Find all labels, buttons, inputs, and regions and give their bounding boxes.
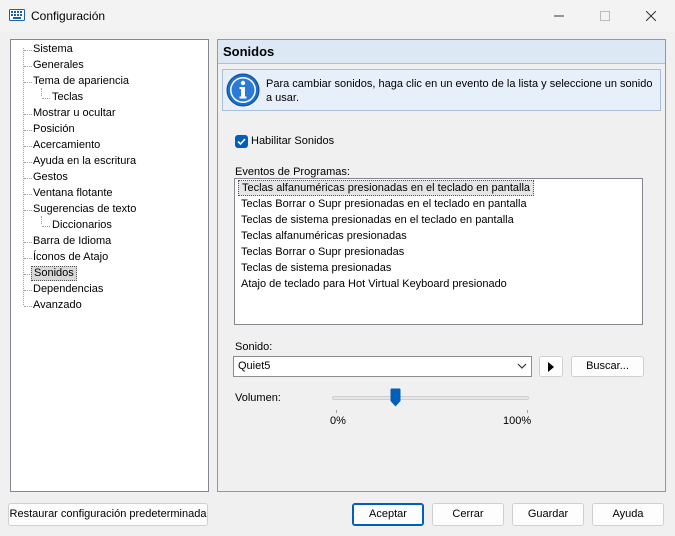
tree-item[interactable]: Posición — [31, 122, 77, 137]
tree-item[interactable]: Gestos — [31, 170, 70, 185]
keyboard-icon — [9, 9, 25, 21]
event-list-item[interactable]: Teclas Borrar o Supr presionadas — [238, 244, 407, 260]
events-listbox[interactable]: Teclas alfanuméricas presionadas en el t… — [234, 178, 643, 325]
panel-title: Sonidos — [223, 44, 275, 59]
tree-item[interactable]: Barra de Idioma — [31, 234, 113, 249]
title-bar: Configuración — [0, 0, 675, 32]
tree-item[interactable]: Sistema — [31, 42, 75, 57]
event-list-item[interactable]: Teclas Borrar o Supr presionadas en el t… — [238, 196, 530, 212]
tree-item[interactable]: Sonidos — [31, 266, 77, 281]
play-icon — [548, 361, 554, 372]
enable-sounds-label[interactable]: Habilitar Sonidos — [251, 135, 334, 147]
restore-defaults-button[interactable]: Restaurar configuración predeterminada — [8, 503, 208, 526]
maximize-button[interactable] — [582, 0, 628, 32]
volume-tick-min — [336, 410, 337, 413]
volume-label: Volumen: — [235, 392, 281, 404]
tree-line — [41, 88, 42, 96]
close-dialog-button[interactable]: Cerrar — [432, 503, 504, 526]
tree-item[interactable]: Dependencias — [31, 282, 105, 297]
volume-tick-max — [527, 410, 528, 413]
tree-item[interactable]: Tema de apariencia — [31, 74, 131, 89]
volume-min-label: 0% — [330, 415, 346, 427]
help-button[interactable]: Ayuda — [592, 503, 664, 526]
tree-item[interactable]: Generales — [31, 58, 86, 73]
checkmark-icon — [237, 138, 246, 146]
events-label: Eventos de Programas: — [235, 166, 350, 178]
settings-tree[interactable]: Sistema Generales Tema de apariencia Teclas… — [10, 39, 209, 492]
maximize-icon — [600, 11, 610, 21]
save-button[interactable]: Guardar — [512, 503, 584, 526]
tree-item[interactable]: Íconos de Atajo — [31, 250, 110, 265]
event-list-item[interactable]: Teclas de sistema presionadas en el tecl… — [238, 212, 517, 228]
sounds-panel: Sonidos Para cambiar sonidos, haga clic … — [217, 39, 666, 492]
info-box: Para cambiar sonidos, haga clic en un ev… — [222, 69, 661, 111]
info-text: Para cambiar sonidos, haga clic en un ev… — [266, 78, 653, 104]
close-icon — [646, 11, 656, 21]
tree-item[interactable]: Teclas — [50, 90, 85, 105]
tree-item[interactable]: Avanzado — [31, 298, 84, 313]
chevron-down-icon — [517, 363, 527, 369]
minimize-button[interactable] — [536, 0, 582, 32]
play-sound-button[interactable] — [539, 356, 563, 377]
enable-sounds-checkbox[interactable] — [235, 135, 248, 148]
volume-slider-track[interactable] — [332, 396, 529, 400]
tree-item[interactable]: Ayuda en la escritura — [31, 154, 138, 169]
event-list-item[interactable]: Teclas de sistema presionadas — [238, 260, 394, 276]
volume-slider-thumb[interactable] — [390, 388, 401, 407]
tree-item[interactable]: Acercamiento — [31, 138, 102, 153]
event-list-item[interactable]: Teclas alfanuméricas presionadas — [238, 228, 410, 244]
tree-line — [41, 216, 42, 224]
tree-connector — [42, 226, 50, 227]
minimize-icon — [554, 15, 564, 17]
tree-line — [23, 48, 24, 305]
event-list-item[interactable]: Teclas alfanuméricas presionadas en el t… — [238, 180, 535, 196]
accept-button[interactable]: Aceptar — [352, 503, 424, 526]
panel-header: Sonidos — [218, 40, 665, 64]
info-icon — [226, 73, 260, 107]
browse-button[interactable]: Buscar... — [571, 356, 644, 377]
tree-item[interactable]: Diccionarios — [50, 218, 114, 233]
sound-select[interactable]: Quiet5 — [233, 356, 532, 377]
tree-item[interactable]: Mostrar u ocultar — [31, 106, 118, 121]
tree-connector — [42, 98, 50, 99]
sound-select-value: Quiet5 — [238, 360, 271, 372]
sound-label: Sonido: — [235, 341, 273, 353]
event-list-item[interactable]: Atajo de teclado para Hot Virtual Keyboa… — [238, 276, 510, 292]
tree-item[interactable]: Ventana flotante — [31, 186, 115, 201]
tree-item[interactable]: Sugerencias de texto — [31, 202, 138, 217]
volume-max-label: 100% — [503, 415, 532, 427]
close-button[interactable] — [628, 0, 674, 32]
window-title: Configuración — [31, 9, 106, 23]
